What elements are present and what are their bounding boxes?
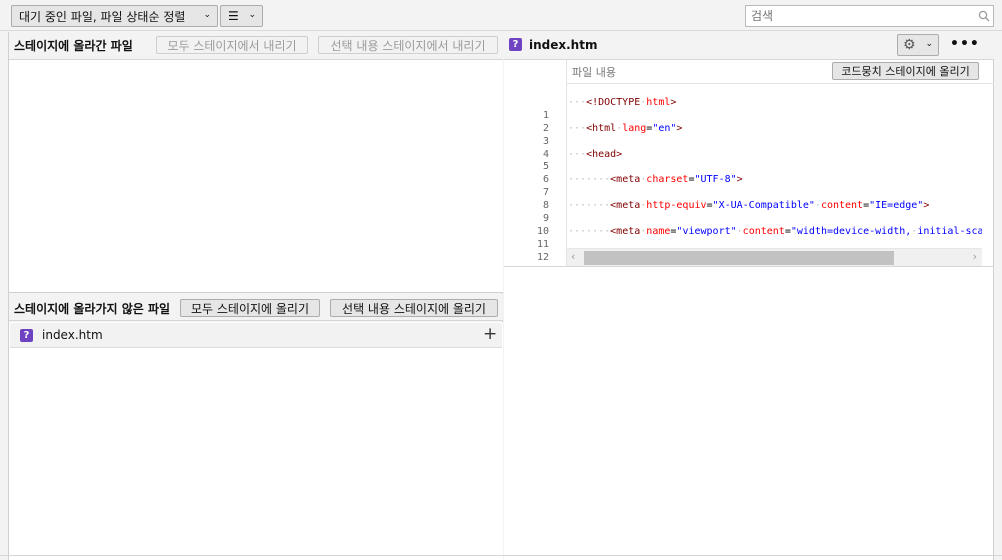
sort-dropdown-label: 대기 중인 파일, 파일 상태순 정렬	[19, 9, 186, 24]
gutter-divider	[566, 84, 567, 266]
hunk-content-label: 파일 내용	[572, 66, 616, 79]
untracked-status-icon: ?	[509, 38, 522, 51]
diff-file-name: index.htm	[529, 38, 598, 52]
view-mode-dropdown[interactable]: ☰ ⌄	[220, 5, 263, 27]
unstage-all-button[interactable]: 모두 스테이지에서 내리기	[156, 36, 308, 54]
search-icon[interactable]	[978, 10, 990, 22]
staged-file-list[interactable]	[9, 60, 503, 293]
horizontal-scrollbar[interactable]: ‹ ›	[567, 248, 982, 266]
unstaged-file-list[interactable]	[9, 322, 503, 560]
unstaged-title: 스테이지에 올라가지 않은 파일	[14, 302, 171, 316]
bottom-border	[0, 555, 1002, 556]
chevron-down-icon: ⌄	[203, 10, 211, 20]
chevron-down-icon: ⌄	[925, 39, 933, 49]
sort-dropdown[interactable]: 대기 중인 파일, 파일 상태순 정렬 ⌄	[11, 5, 218, 27]
untracked-status-icon: ?	[20, 329, 33, 342]
list-item[interactable]: ? index.htm +	[10, 323, 502, 348]
diff-bottom-border	[504, 266, 994, 267]
unstage-selected-button[interactable]: 선택 내용 스테이지에서 내리기	[318, 36, 498, 54]
stage-selected-button[interactable]: 선택 내용 스테이지에 올리기	[330, 299, 498, 317]
right-edge-strip	[995, 32, 1002, 560]
diff-settings-dropdown[interactable]: ⚙ ⌄	[897, 34, 939, 56]
file-name: index.htm	[42, 328, 103, 342]
gear-icon: ⚙	[903, 37, 916, 53]
scroll-left-icon[interactable]: ‹	[571, 250, 575, 263]
chevron-down-icon: ⌄	[248, 10, 256, 20]
search-input[interactable]	[745, 5, 994, 27]
more-options-icon[interactable]: •••	[950, 36, 980, 52]
stage-all-button[interactable]: 모두 스테이지에 올리기	[180, 299, 320, 317]
scroll-right-icon[interactable]: ›	[973, 250, 977, 263]
list-icon: ☰	[228, 9, 239, 23]
plus-icon[interactable]: +	[483, 324, 497, 344]
code-content: ···<!DOCTYPE·html> ···<html·lang="en"> ·…	[568, 96, 982, 237]
staged-title: 스테이지에 올라간 파일	[14, 39, 133, 53]
scrollbar-thumb[interactable]	[584, 251, 894, 265]
line-numbers: 1 2 3 4 5 6 7 8 9 10 11 12	[536, 109, 549, 263]
stage-hunk-button[interactable]: 코드뭉치 스테이지에 올리기	[832, 62, 979, 80]
